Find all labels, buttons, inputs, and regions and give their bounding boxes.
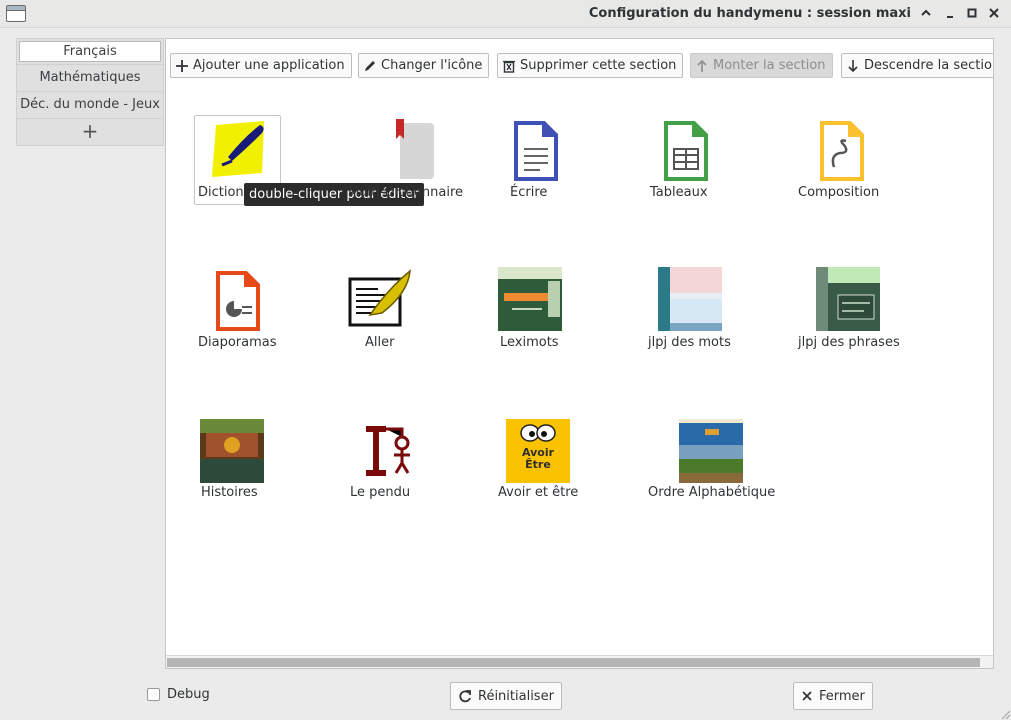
section-tabs: Français Mathématiques Déc. du monde - J… [16,38,164,146]
app-label: Tableaux [650,185,708,200]
app-composition[interactable]: Composition [796,115,946,215]
arrow-up-icon [697,59,707,72]
horizontal-scrollbar[interactable] [166,655,993,668]
change-icon-label: Changer l'icône [381,58,483,73]
app-label: Composition [798,185,880,200]
tab-decouverte-monde-jeux[interactable]: Déc. du monde - Jeux [16,92,164,119]
debug-toggle[interactable]: Debug [147,687,210,702]
hangman-icon [366,426,410,476]
move-section-up-button[interactable]: Monter la section [690,53,833,78]
app-label: Le pendu [350,485,411,500]
application-grid: Dictionnaire double-cliquer pour éditer … [166,79,993,655]
pencil-icon [365,60,375,71]
app-label: Diaporamas [198,335,277,350]
app-histoires[interactable]: Histoires [200,415,350,515]
app-multi-dictionnaire[interactable]: Multi-Dictionnaire [348,115,498,215]
trash-icon [503,60,515,73]
jlpj-phrases-screenshot-icon [816,267,880,331]
app-le-pendu[interactable]: Le pendu [348,415,498,515]
draw-icon [820,121,864,181]
window-close-icon[interactable] [986,5,1002,21]
plus-icon [176,59,188,72]
app-label: Avoir et être [498,485,579,500]
resize-grip-icon[interactable] [999,708,1011,720]
add-application-button[interactable]: Ajouter une application [170,53,352,78]
dictionary-icon [212,121,264,177]
move-section-down-button[interactable]: Descendre la sectio [841,53,993,78]
add-section-button[interactable]: + [16,119,164,146]
app-leximots[interactable]: Leximots [498,265,648,365]
app-aller[interactable]: Aller [348,265,498,365]
app-label: jlpj des phrases [798,335,900,350]
arrow-down-icon [848,59,858,72]
tab-francais[interactable]: Français [19,41,161,62]
move-section-up-label: Monter la section [713,58,826,73]
app-dictionnaire[interactable]: Dictionnaire double-cliquer pour éditer [194,115,424,215]
debug-label: Debug [167,687,210,702]
move-section-down-label: Descendre la sectio [864,58,992,73]
section-panel: Ajouter une application Changer l'icône … [165,38,994,669]
spreadsheet-icon [664,121,708,181]
window-title: Configuration du handymenu : session max… [588,6,911,21]
app-ordre-alphabetique[interactable]: Ordre Alphabétique [648,415,808,515]
app-tableaux[interactable]: Tableaux [650,115,800,215]
stories-screenshot-icon [200,419,264,483]
avoir-etre-icon-text: Avoir Être [521,446,555,471]
alphabetical-order-screenshot-icon [679,419,743,483]
avoir-etre-icon: Avoir Être [506,419,570,483]
close-button[interactable]: Fermer [793,682,873,710]
app-label: jlpj des mots [648,335,731,350]
tab-mathematiques[interactable]: Mathématiques [16,65,164,92]
app-label: Aller [365,335,395,350]
app-label: Ordre Alphabétique [648,485,776,500]
bookmark-book-icon [378,119,434,179]
refresh-icon [459,690,471,703]
delete-section-label: Supprimer cette section [520,58,677,73]
app-avoir-et-etre[interactable]: Avoir Être Avoir et être [496,415,646,515]
app-diaporamas[interactable]: Diaporamas [198,265,348,365]
tab-francais-wrap: Français [16,38,164,65]
app-label: Leximots [500,335,559,350]
app-jlpj-des-phrases[interactable]: jlpj des phrases [798,265,948,365]
app-label: Multi-Dictionnaire [348,185,464,200]
window-minimize-icon[interactable] [942,5,958,21]
window-titlebar: Configuration du handymenu : session max… [0,0,1011,28]
leximots-screenshot-icon [498,267,562,331]
change-icon-button[interactable]: Changer l'icône [358,53,490,78]
reset-label: Réinitialiser [478,688,554,704]
delete-section-button[interactable]: Supprimer cette section [497,53,684,78]
close-icon [802,691,812,701]
scrollbar-thumb[interactable] [167,658,980,667]
app-label: Écrire [510,185,548,200]
app-ecrire[interactable]: Écrire [498,115,648,215]
app-label: Histoires [201,485,258,500]
reset-button[interactable]: Réinitialiser [450,682,562,710]
window-maximize-icon[interactable] [964,5,980,21]
quill-letter-icon [348,269,411,327]
add-application-label: Ajouter une application [193,58,345,73]
presentation-icon [216,271,260,331]
debug-checkbox[interactable] [147,688,160,701]
section-toolbar: Ajouter une application Changer l'icône … [166,39,993,79]
jlpj-mots-screenshot-icon [658,267,722,331]
close-label: Fermer [819,688,865,704]
document-writer-icon [514,121,558,181]
app-jlpj-des-mots[interactable]: jlpj des mots [648,265,798,365]
window-app-icon [6,5,26,22]
window-shade-icon[interactable] [918,5,934,21]
eyes-icon [520,424,556,442]
